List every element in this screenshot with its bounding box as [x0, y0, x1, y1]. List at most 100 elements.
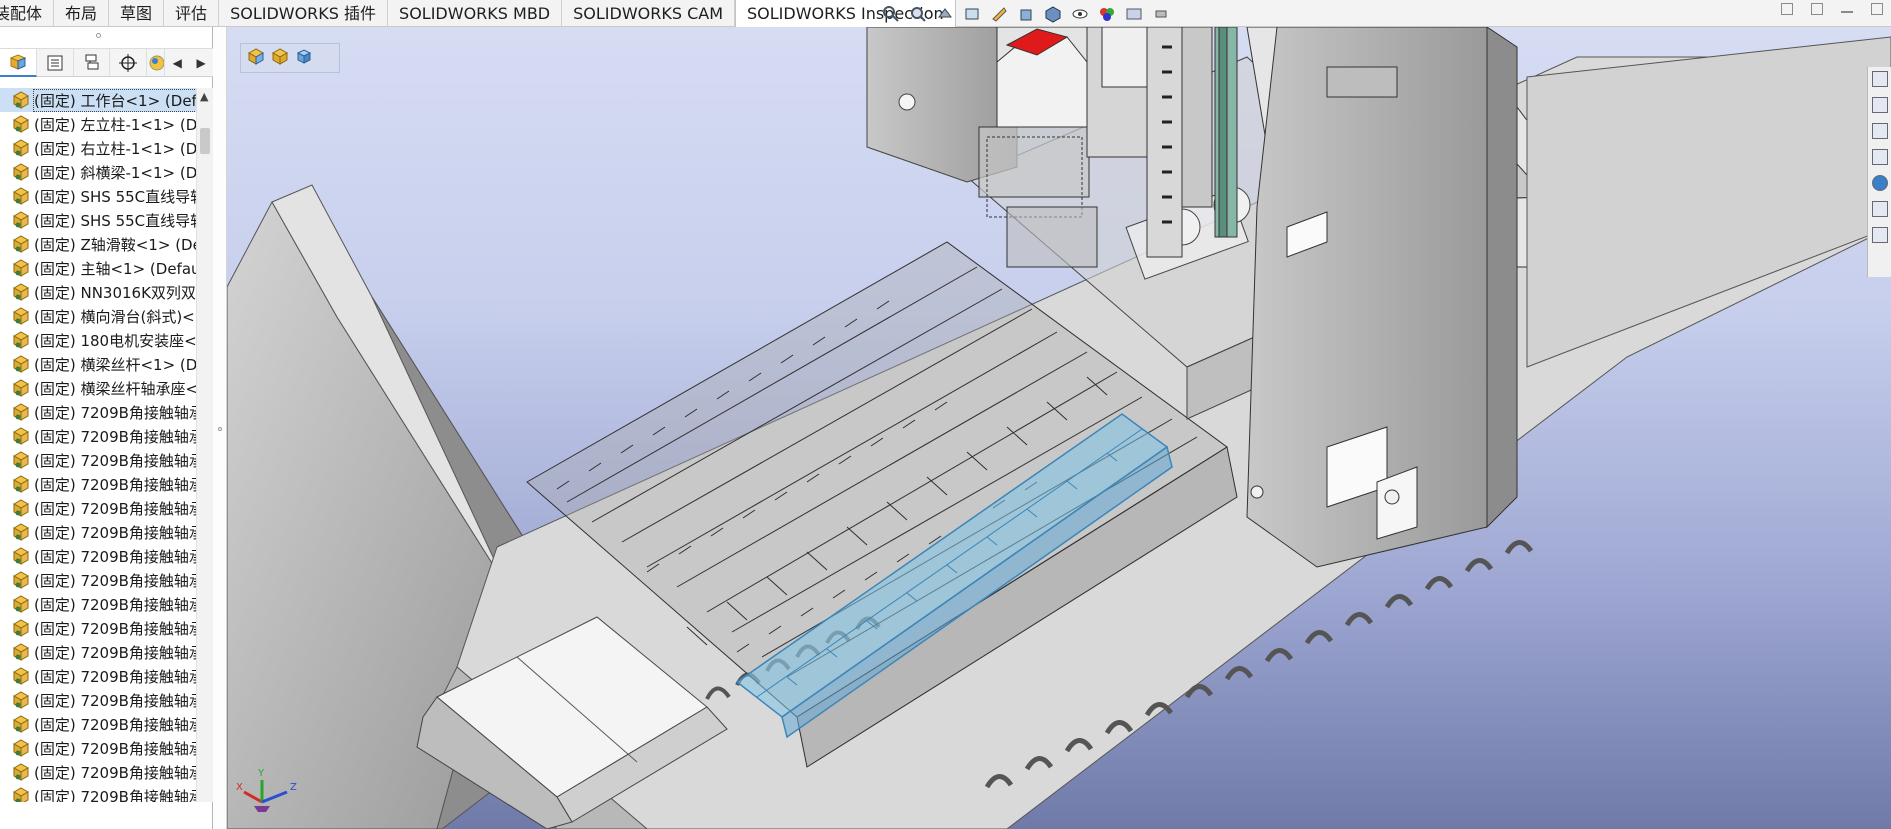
configurationmanager-tab[interactable]	[74, 48, 111, 77]
tree-item[interactable]: (固定) 7209B角接触轴承	[0, 760, 196, 784]
tab-solidworks-cam[interactable]: SOLIDWORKS CAM	[562, 0, 736, 27]
tile-window-icon[interactable]	[1781, 3, 1793, 15]
part-component-icon	[12, 763, 30, 781]
part-component-icon	[12, 139, 30, 157]
tree-item-label: (固定) 主轴<1> (Default	[34, 259, 196, 278]
tree-item[interactable]: (固定) 左立柱-1<1> (Def	[0, 112, 196, 136]
featuremanager-tab[interactable]	[0, 48, 37, 77]
zoom-to-fit-icon[interactable]	[880, 3, 902, 25]
manager-scroll-left-button[interactable]: ◀	[165, 49, 189, 77]
scroll-thumb[interactable]	[200, 128, 210, 154]
tree-item[interactable]: (固定) NN3016K双列双	[0, 280, 196, 304]
cnc-machine-model[interactable]	[227, 27, 1891, 829]
tree-item[interactable]: (固定) 右立柱-1<1> (Def	[0, 136, 196, 160]
dynamic-annotation-icon[interactable]	[988, 3, 1010, 25]
solidworks-forum-icon[interactable]	[1871, 227, 1888, 243]
tree-item-label: (固定) 横梁丝杆<1> (De	[34, 355, 196, 374]
triad-z-label: Z	[290, 782, 297, 793]
feature-tree-scrollbar[interactable]: ▲	[196, 88, 213, 802]
part-component-icon	[12, 499, 30, 517]
tree-item-label: (固定) SHS 55C直线导轨	[34, 211, 196, 230]
hide-show-items-icon[interactable]	[1069, 3, 1091, 25]
tab-solidworks-addins[interactable]: SOLIDWORKS 插件	[219, 0, 389, 27]
tree-item-label: (固定) 7209B角接触轴承	[34, 763, 196, 782]
tree-item[interactable]: (固定) 主轴<1> (Default	[0, 256, 196, 280]
tree-item[interactable]: (固定) 7209B角接触轴承	[0, 736, 196, 760]
tree-item[interactable]: (固定) 7209B角接触轴承	[0, 784, 196, 802]
scroll-up-icon[interactable]: ▲	[200, 90, 208, 103]
tree-item[interactable]: (固定) 7209B角接触轴承	[0, 520, 196, 544]
tree-item[interactable]: (固定) 180电机安装座<	[0, 328, 196, 352]
file-explorer-icon[interactable]	[1871, 123, 1888, 139]
panel-splitter[interactable]	[213, 27, 227, 829]
apply-scene-icon[interactable]	[1123, 3, 1145, 25]
assembly-breadcrumb-icon[interactable]	[247, 47, 265, 69]
dimxpertmanager-tab[interactable]	[110, 48, 148, 77]
tree-item-label: (固定) 7209B角接触轴承	[34, 523, 196, 542]
part-breadcrumb-icon[interactable]	[295, 47, 313, 69]
tab-solidworks-mbd[interactable]: SOLIDWORKS MBD	[388, 0, 563, 27]
tree-item[interactable]: (固定) 7209B角接触轴承	[0, 448, 196, 472]
part-component-icon	[12, 283, 30, 301]
minimize-window-icon[interactable]	[1841, 11, 1853, 13]
solidworks-resources-icon[interactable]	[1871, 71, 1888, 87]
tree-item[interactable]: (固定) 7209B角接触轴承	[0, 544, 196, 568]
tree-item-label: (固定) 7209B角接触轴承	[34, 643, 196, 662]
design-library-icon[interactable]	[1871, 97, 1888, 113]
propertymanager-tab[interactable]	[37, 48, 74, 77]
display-style-icon[interactable]	[1042, 3, 1064, 25]
part-component-icon	[12, 475, 30, 493]
tree-item[interactable]: (固定) 7209B角接触轴承	[0, 616, 196, 640]
tree-item[interactable]: (固定) 7209B角接触轴承	[0, 592, 196, 616]
search-results-icon[interactable]	[1871, 149, 1888, 165]
tree-item[interactable]: (固定) 7209B角接触轴承	[0, 712, 196, 736]
tab-evaluate[interactable]: 评估	[164, 0, 220, 27]
tab-sketch[interactable]: 草图	[109, 0, 165, 27]
restore-window-icon[interactable]	[1811, 3, 1823, 15]
tree-item[interactable]: (固定) 7209B角接触轴承	[0, 568, 196, 592]
view-settings-icon[interactable]	[1150, 3, 1172, 25]
displaymanager-tab[interactable]	[147, 48, 166, 77]
manager-tabs: ◀ ▶	[0, 48, 213, 77]
graphics-area[interactable]: X Y Z	[227, 27, 1891, 829]
panel-grip[interactable]	[0, 27, 213, 49]
tree-item[interactable]: (固定) 斜横梁-1<1> (De	[0, 160, 196, 184]
tree-item[interactable]: (固定) 横梁丝杆轴承座<	[0, 376, 196, 400]
appearances-icon[interactable]	[1871, 175, 1888, 191]
tree-item[interactable]: (固定) 7209B角接触轴承	[0, 496, 196, 520]
document-window-controls	[1781, 3, 1891, 15]
tree-item[interactable]: (固定) SHS 55C直线导轨	[0, 208, 196, 232]
tree-item[interactable]: (固定) 7209B角接触轴承	[0, 688, 196, 712]
tree-item[interactable]: (固定) 7209B角接触轴承	[0, 640, 196, 664]
part-component-icon	[12, 379, 30, 397]
tree-item[interactable]: (固定) 横梁丝杆<1> (De	[0, 352, 196, 376]
tree-item[interactable]: (固定) 横向滑台(斜式)<1	[0, 304, 196, 328]
section-view-icon[interactable]	[961, 3, 983, 25]
tree-item-label: (固定) 工作台<1> (Default	[33, 88, 196, 112]
part-component-icon	[12, 787, 30, 802]
part-component-icon	[12, 307, 30, 325]
previous-view-icon[interactable]	[934, 3, 956, 25]
view-orientation-icon[interactable]	[1015, 3, 1037, 25]
tab-assembly[interactable]: 装配体	[0, 0, 55, 27]
tree-item-label: (固定) 7209B角接触轴承	[34, 475, 196, 494]
tree-item[interactable]: (固定) 7209B角接触轴承	[0, 424, 196, 448]
tree-item[interactable]: (固定) SHS 55C直线导轨	[0, 184, 196, 208]
tree-item[interactable]: (固定) 7209B角接触轴承	[0, 472, 196, 496]
part-component-icon	[12, 571, 30, 589]
edit-appearance-icon[interactable]	[1096, 3, 1118, 25]
maximize-window-icon[interactable]	[1871, 3, 1883, 15]
part-component-icon	[12, 739, 30, 757]
manager-scroll-right-button[interactable]: ▶	[189, 49, 213, 77]
tree-item[interactable]: (固定) 工作台<1> (Default	[0, 88, 196, 112]
part-component-icon	[12, 667, 30, 685]
tree-item-label: (固定) 7209B角接触轴承	[34, 547, 196, 566]
tab-layout[interactable]: 布局	[54, 0, 110, 27]
tree-item[interactable]: (固定) 7209B角接触轴承	[0, 400, 196, 424]
zoom-to-area-icon[interactable]	[907, 3, 929, 25]
custom-properties-icon[interactable]	[1871, 201, 1888, 217]
tree-item[interactable]: (固定) 7209B角接触轴承	[0, 664, 196, 688]
tree-item[interactable]: (固定) Z轴滑鞍<1> (De	[0, 232, 196, 256]
breadcrumb-bar	[240, 43, 340, 73]
subassembly-breadcrumb-icon[interactable]	[271, 47, 289, 69]
